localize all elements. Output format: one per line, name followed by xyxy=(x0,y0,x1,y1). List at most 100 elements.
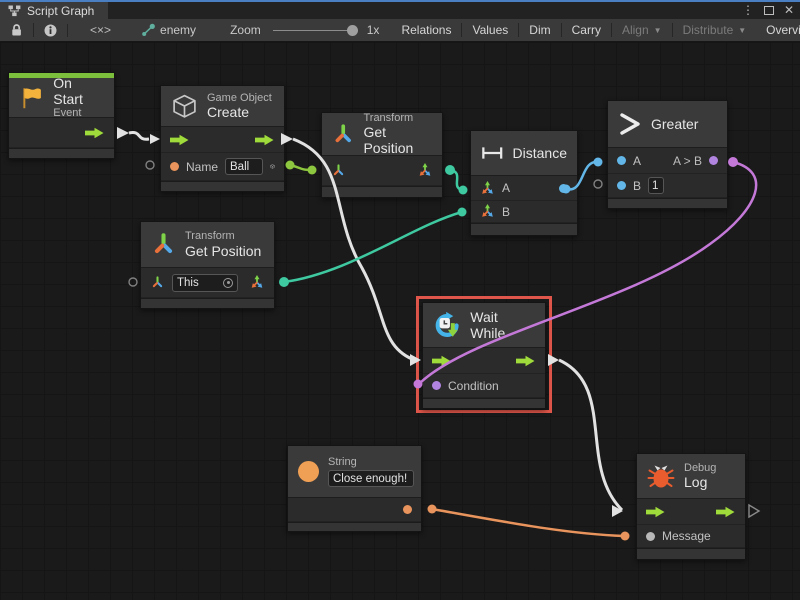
wire-getposition2-to-distance-b[interactable] xyxy=(284,212,462,282)
condition-input-port[interactable] xyxy=(432,381,441,390)
node-distance[interactable]: Distance A B xyxy=(470,130,578,236)
transform-icon xyxy=(151,232,176,257)
tab-script-graph[interactable]: Script Graph xyxy=(0,2,108,19)
wire-endpoint xyxy=(458,208,467,217)
name-input-port[interactable] xyxy=(170,162,179,171)
node-string-literal[interactable]: String xyxy=(287,445,422,532)
wire-endpoint xyxy=(459,186,468,195)
string-output-port[interactable] xyxy=(403,505,412,514)
object-picker-icon[interactable] xyxy=(223,278,233,288)
node-footer xyxy=(161,181,284,191)
vector3-input-icon[interactable] xyxy=(480,204,495,219)
focus-accent-line xyxy=(0,0,800,2)
distance-output-port[interactable] xyxy=(559,184,568,193)
window-menu-icon[interactable]: ⋮ xyxy=(742,3,754,17)
node-greater[interactable]: Greater A A > B B xyxy=(607,100,728,209)
node-debug-log[interactable]: Debug Log Message xyxy=(636,453,746,560)
wire-endpoint xyxy=(594,158,603,167)
wire-arrowhead xyxy=(150,134,160,144)
overview-button[interactable]: Overview xyxy=(756,23,800,37)
game-object-output-icon[interactable] xyxy=(270,159,275,174)
flow-input-port[interactable] xyxy=(432,355,452,367)
distribute-button[interactable]: Distribute ▼ xyxy=(673,23,757,37)
vector3-input-icon[interactable] xyxy=(480,181,495,196)
wire-getposition1-to-distance-a[interactable] xyxy=(450,170,462,190)
wire-waitwhile-to-debuglog[interactable] xyxy=(559,360,622,510)
unconnected-port-circle[interactable] xyxy=(594,180,602,188)
zoom-slider[interactable] xyxy=(273,30,355,31)
flow-output-port[interactable] xyxy=(516,355,536,367)
values-button[interactable]: Values xyxy=(462,23,519,37)
wire-string-to-message[interactable] xyxy=(432,509,624,536)
wire-endpoint xyxy=(428,505,437,514)
window-maximize-icon[interactable] xyxy=(764,6,774,15)
graph-asset-icon xyxy=(141,23,156,37)
graph-icon xyxy=(8,5,21,17)
input-a-label: A xyxy=(633,154,641,168)
carry-button[interactable]: Carry xyxy=(562,23,612,37)
dim-button[interactable]: Dim xyxy=(519,23,561,37)
string-value-field[interactable] xyxy=(328,470,414,487)
node-get-position-1[interactable]: Transform Get Position xyxy=(321,112,443,198)
node-category: Transform xyxy=(185,230,261,243)
transform-input-port[interactable] xyxy=(331,163,346,178)
unconnected-port-circle[interactable] xyxy=(129,278,137,286)
node-get-position-2[interactable]: Transform Get Position xyxy=(140,221,275,309)
name-field[interactable] xyxy=(225,158,263,175)
graph-name: enemy xyxy=(156,23,200,37)
cube-icon xyxy=(171,93,198,120)
greater-b-input-port[interactable] xyxy=(617,181,626,190)
wire-endpoint xyxy=(286,161,295,170)
transform-input-port[interactable] xyxy=(150,275,165,290)
distance-icon xyxy=(481,143,504,163)
node-title: Wait While xyxy=(470,309,535,341)
node-footer xyxy=(141,298,274,308)
node-category: Game Object xyxy=(207,92,272,105)
node-title: Create xyxy=(207,104,272,120)
node-footer xyxy=(9,148,114,158)
relations-label: Relations xyxy=(401,23,451,37)
input-a-label: A xyxy=(502,181,510,195)
unconnected-port-circle[interactable] xyxy=(146,161,154,169)
flow-output-port[interactable] xyxy=(716,506,736,518)
flow-output-port[interactable] xyxy=(85,127,105,139)
flow-input-port[interactable] xyxy=(170,134,190,146)
flow-output-port[interactable] xyxy=(255,134,275,146)
wire-create-to-getposition1[interactable] xyxy=(290,165,312,170)
align-button[interactable]: Align ▼ xyxy=(612,23,673,37)
node-title: Greater xyxy=(651,116,698,132)
relations-button[interactable]: Relations xyxy=(391,23,462,37)
string-icon xyxy=(298,461,319,482)
zoom-label: Zoom xyxy=(226,23,265,37)
wire-endpoint xyxy=(728,157,738,167)
lock-button[interactable] xyxy=(0,23,34,37)
target-field[interactable] xyxy=(177,277,223,289)
node-game-object-create[interactable]: Game Object Create Name xyxy=(160,85,285,192)
vector3-output-icon[interactable] xyxy=(417,163,433,178)
unconnected-flow-triangle[interactable] xyxy=(749,505,759,517)
greater-icon xyxy=(618,112,642,136)
node-wait-while[interactable]: Wait While Condition xyxy=(422,302,546,409)
distribute-label: Distribute xyxy=(683,23,734,37)
window-close-icon[interactable]: ✕ xyxy=(784,3,794,17)
zoom-value: 1x xyxy=(363,23,384,37)
greater-a-input-port[interactable] xyxy=(617,156,626,165)
wire-endpoint xyxy=(445,165,455,175)
node-category: Transform xyxy=(363,112,432,125)
message-input-port[interactable] xyxy=(646,532,655,541)
node-footer xyxy=(322,186,442,197)
code-preview-button[interactable]: <×> xyxy=(68,23,133,37)
flow-input-port[interactable] xyxy=(646,506,666,518)
zoom-slider-handle[interactable] xyxy=(347,25,358,36)
node-on-start-event[interactable]: On Start Event xyxy=(8,72,115,159)
greater-output-port[interactable] xyxy=(709,156,718,165)
vector3-output-icon[interactable] xyxy=(249,275,265,290)
flag-icon xyxy=(19,85,44,111)
info-button[interactable] xyxy=(34,24,68,37)
b-value-field[interactable] xyxy=(648,177,664,194)
wire-onstart-to-create[interactable] xyxy=(129,132,149,139)
overview-label: Overview xyxy=(766,23,800,37)
input-b-label: B xyxy=(633,179,641,193)
target-field-wrap xyxy=(172,274,238,292)
script-graph-canvas[interactable]: On Start Event Game Object Create xyxy=(0,42,800,600)
